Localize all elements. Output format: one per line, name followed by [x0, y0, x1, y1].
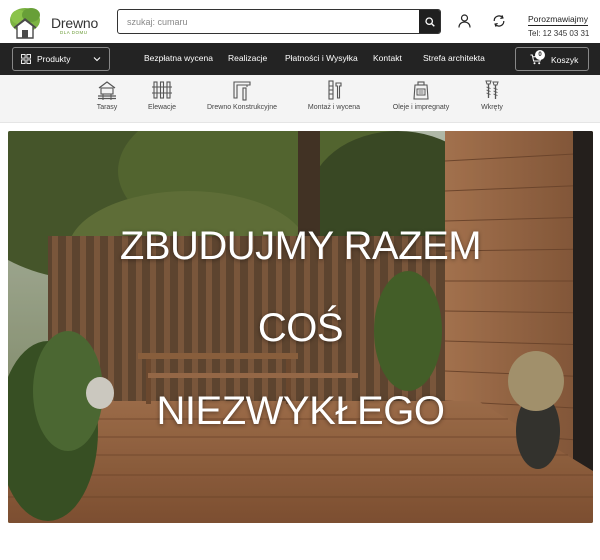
category-bar: Tarasy Elewacje Drewno Konstrukcyjne Mon…	[0, 75, 600, 123]
sync-icon	[493, 15, 505, 27]
hero-headline-line2: COŚ	[257, 306, 344, 350]
oil-can-icon	[413, 81, 429, 100]
deck-icon	[98, 81, 116, 100]
contact-title[interactable]: Porozmawiajmy	[528, 14, 588, 26]
hero-banner[interactable]: ZBUDUJMY RAZEM COŚ NIEZWYKŁEGO	[8, 131, 593, 523]
timber-icon	[233, 81, 251, 101]
account-button[interactable]	[455, 12, 473, 30]
chevron-down-icon	[93, 57, 101, 62]
nav-link-realizations[interactable]: Realizacje	[228, 53, 267, 63]
nav-link-architect-zone[interactable]: Strefa architekta	[423, 53, 485, 63]
nav-link-payments-shipping[interactable]: Płatności i Wysyłka	[285, 53, 358, 63]
cart-label: Koszyk	[551, 55, 579, 65]
nav-link-contact[interactable]: Kontakt	[373, 53, 402, 63]
category-label: Tarasy	[96, 104, 118, 111]
category-facades[interactable]: Elewacje	[144, 79, 180, 111]
facade-icon	[152, 81, 172, 99]
category-construction-timber[interactable]: Drewno Konstrukcyjne	[205, 79, 279, 111]
brand-tagline: DLA DOMU	[60, 30, 88, 35]
grid-icon	[21, 54, 31, 64]
contact-block[interactable]: Porozmawiajmy Tel: 12 345 03 31	[528, 9, 592, 38]
products-label: Produkty	[37, 54, 71, 64]
top-header: Drewno DLA DOMU Porozmawiajmy Tel: 12 34…	[0, 0, 600, 43]
screw-icon	[485, 80, 499, 99]
cart-count-badge: 0	[535, 50, 545, 60]
hero-headline-line3: NIEZWYKŁEGO	[156, 389, 445, 433]
category-oils-impregnates[interactable]: Oleje i impregnaty	[390, 79, 452, 111]
tools-icon	[328, 80, 342, 100]
logo[interactable]: Drewno DLA DOMU	[9, 4, 98, 40]
search-button[interactable]	[419, 10, 440, 33]
search-icon	[424, 16, 435, 27]
category-label: Oleje i impregnaty	[392, 104, 450, 111]
category-installation-quote[interactable]: Montaż i wycena	[305, 79, 363, 111]
cart-button[interactable]: 0 Koszyk	[515, 47, 589, 71]
products-dropdown[interactable]: Produkty	[12, 47, 110, 71]
category-label: Montaż i wycena	[307, 104, 361, 111]
category-label: Drewno Konstrukcyjne	[206, 104, 278, 111]
user-icon	[457, 14, 471, 28]
contact-phone[interactable]: Tel: 12 345 03 31	[528, 29, 592, 38]
main-navbar: Produkty Bezpłatna wycena Realizacje Pła…	[0, 43, 600, 75]
nav-link-free-quote[interactable]: Bezpłatna wycena	[144, 53, 213, 63]
search-box	[117, 9, 441, 34]
category-screws[interactable]: Wkręty	[477, 79, 507, 111]
category-decks[interactable]: Tarasy	[90, 79, 124, 111]
category-label: Wkręty	[481, 104, 503, 111]
refresh-button[interactable]	[490, 12, 508, 30]
category-label: Elewacje	[147, 104, 176, 111]
tree-house-logo-icon	[10, 8, 40, 39]
search-input[interactable]	[118, 10, 420, 33]
hero-headline-line1: ZBUDUJMY RAZEM	[119, 224, 482, 268]
brand-name: Drewno	[51, 15, 99, 31]
